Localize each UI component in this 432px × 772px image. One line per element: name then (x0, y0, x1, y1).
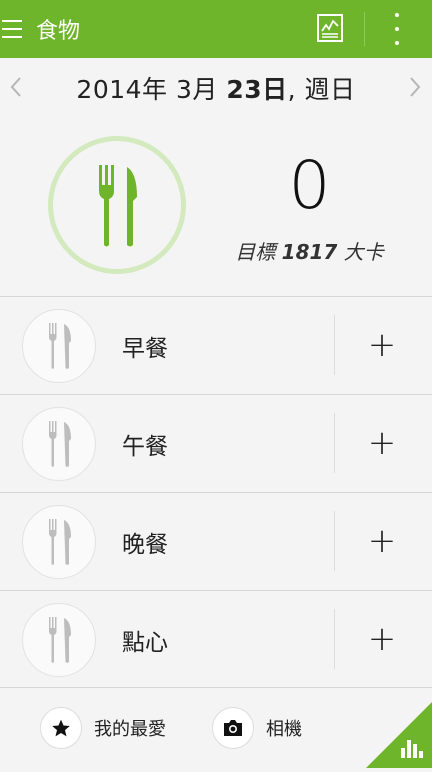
row-divider (334, 413, 335, 473)
add-lunch-button[interactable]: + (352, 413, 412, 473)
meal-label: 午餐 (122, 434, 168, 460)
camera-button[interactable]: 相機 (212, 706, 302, 750)
meal-row-breakfast[interactable]: 早餐 + (0, 296, 432, 394)
plate-icon (22, 505, 96, 579)
chart-trend-icon[interactable] (317, 14, 343, 42)
current-date: 2014年 3月 23日, 週日 (0, 70, 432, 106)
favorites-label: 我的最愛 (94, 719, 166, 740)
meal-label: 點心 (122, 630, 168, 656)
meal-list: 早餐 + 午餐 + 晚餐 + 點心 + (0, 296, 432, 688)
goal-prefix: 目標 (235, 240, 282, 264)
calorie-goal: 目標 1817 大卡 (232, 236, 387, 265)
add-dinner-button[interactable]: + (352, 511, 412, 571)
add-snack-button[interactable]: + (352, 609, 412, 669)
plate-icon (22, 407, 96, 481)
fork-knife-icon (99, 165, 137, 247)
meal-label: 晚餐 (122, 532, 168, 558)
row-divider (334, 609, 335, 669)
star-icon (40, 707, 82, 749)
date-day: 23日 (226, 75, 288, 104)
calorie-progress-ring (48, 136, 186, 274)
meal-row-snack[interactable]: 點心 + (0, 590, 432, 688)
app-bar: 食物 (0, 0, 432, 58)
page-title: 食物 (36, 19, 81, 44)
goal-value: 1817 (281, 240, 338, 264)
date-navigator: 2014年 3月 23日, 週日 (0, 58, 432, 116)
row-divider (334, 315, 335, 375)
next-day-icon[interactable] (403, 70, 427, 104)
calorie-summary: 0 目標 1817 大卡 (0, 116, 432, 296)
overflow-menu-icon[interactable] (392, 13, 402, 45)
date-suffix: , 週日 (287, 75, 356, 104)
favorites-button[interactable]: 我的最愛 (40, 706, 166, 750)
camera-icon (212, 707, 254, 749)
add-breakfast-button[interactable]: + (352, 315, 412, 375)
meal-row-dinner[interactable]: 晚餐 + (0, 492, 432, 590)
calories-consumed: 0 (288, 147, 331, 224)
date-prefix: 2014年 3月 (76, 75, 227, 104)
plate-icon (22, 309, 96, 383)
row-divider (334, 511, 335, 571)
toolbar-divider (364, 12, 365, 46)
meal-label: 早餐 (122, 336, 168, 362)
statistics-icon[interactable] (366, 702, 432, 768)
camera-label: 相機 (266, 719, 302, 740)
meal-row-lunch[interactable]: 午餐 + (0, 394, 432, 492)
goal-unit: 大卡 (337, 240, 384, 264)
plate-icon (22, 603, 96, 677)
hamburger-menu-icon[interactable] (0, 0, 30, 58)
